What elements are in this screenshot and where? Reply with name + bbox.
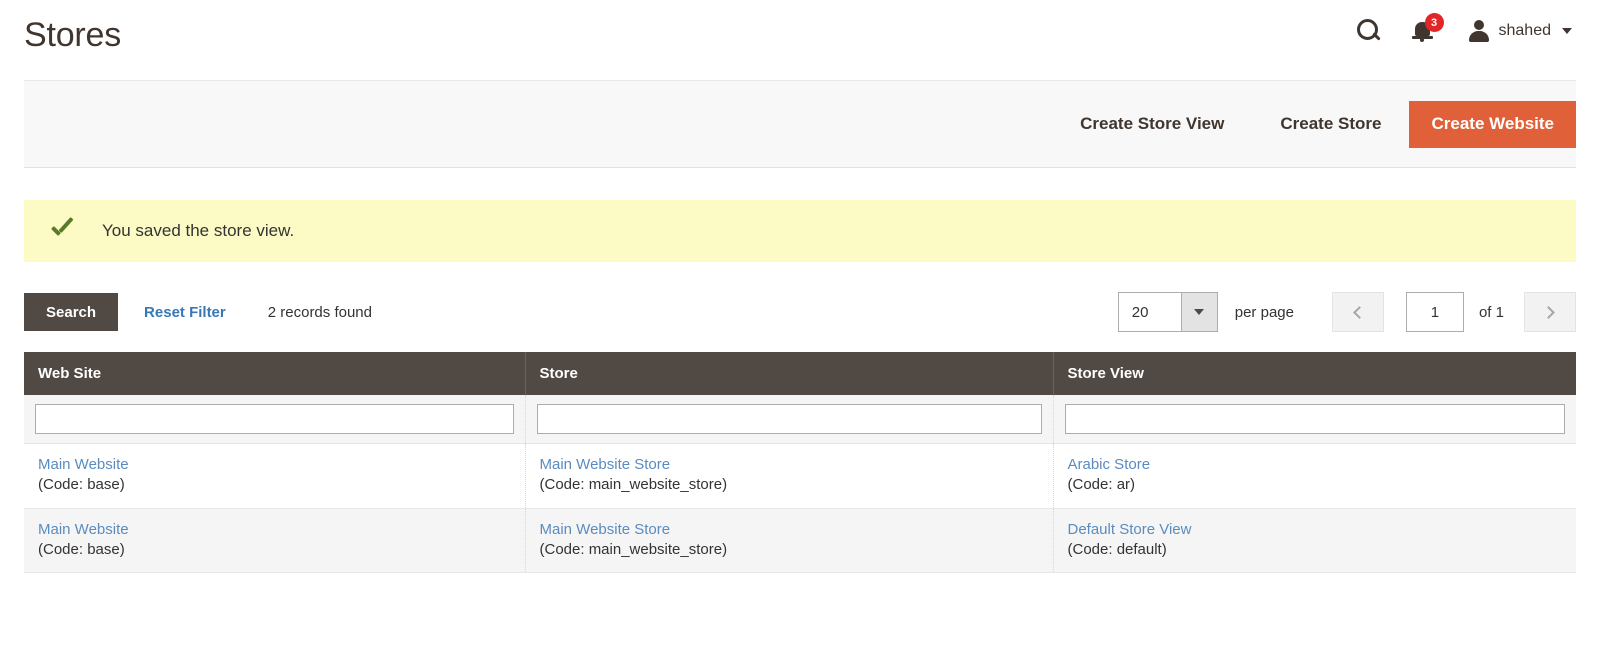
- create-website-button[interactable]: Create Website: [1409, 101, 1576, 148]
- previous-page-button[interactable]: [1332, 292, 1384, 332]
- stores-page: Stores 3 shahed Create Store View Create…: [0, 0, 1600, 655]
- filter-cell-store: [525, 395, 1053, 444]
- cell-store: Main Website Store (Code: main_website_s…: [525, 444, 1053, 509]
- filter-input-website[interactable]: [35, 404, 514, 434]
- search-button[interactable]: Search: [24, 293, 118, 331]
- cell-website: Main Website (Code: base): [24, 444, 525, 509]
- page-number-input[interactable]: [1406, 292, 1464, 332]
- page-actions-toolbar: Create Store View Create Store Create We…: [24, 80, 1576, 168]
- header-actions: 3 shahed: [1356, 16, 1577, 46]
- next-page-button[interactable]: [1524, 292, 1576, 332]
- create-store-button[interactable]: Create Store: [1252, 114, 1409, 134]
- website-code: (Code: base): [38, 540, 525, 560]
- notifications-button[interactable]: 3: [1410, 16, 1440, 46]
- store-link[interactable]: Main Website Store: [540, 520, 1053, 540]
- store-view-code: (Code: default): [1068, 540, 1577, 560]
- store-view-code: (Code: ar): [1068, 475, 1577, 495]
- user-menu[interactable]: shahed: [1468, 20, 1573, 42]
- store-code: (Code: main_website_store): [540, 475, 1053, 495]
- page-title: Stores: [24, 18, 121, 52]
- user-name-label: shahed: [1499, 22, 1552, 40]
- website-link[interactable]: Main Website: [38, 520, 525, 540]
- cell-store-view: Arabic Store (Code: ar): [1053, 444, 1576, 509]
- filter-input-store-view[interactable]: [1065, 404, 1566, 434]
- create-store-view-button[interactable]: Create Store View: [1052, 114, 1252, 134]
- search-icon[interactable]: [1356, 18, 1382, 44]
- website-link[interactable]: Main Website: [38, 455, 525, 475]
- notification-count-badge: 3: [1425, 13, 1444, 32]
- page-header: Stores 3 shahed: [0, 0, 1600, 80]
- per-page-label: per page: [1235, 304, 1294, 321]
- per-page-select[interactable]: 20: [1118, 292, 1218, 332]
- check-icon: [50, 220, 76, 242]
- messages-area: You saved the store view.: [24, 200, 1576, 262]
- cell-store: Main Website Store (Code: main_website_s…: [525, 508, 1053, 573]
- table-row: Main Website (Code: base) Main Website S…: [24, 508, 1576, 573]
- store-view-link[interactable]: Default Store View: [1068, 520, 1577, 540]
- cell-store-view: Default Store View (Code: default): [1053, 508, 1576, 573]
- filter-cell-website: [24, 395, 525, 444]
- table-row: Main Website (Code: base) Main Website S…: [24, 444, 1576, 509]
- filter-cell-store-view: [1053, 395, 1576, 444]
- total-pages-label: of 1: [1479, 304, 1504, 321]
- records-found-label: 2 records found: [268, 304, 372, 321]
- grid-header-row: Web Site Store Store View: [24, 352, 1576, 395]
- chevron-down-icon: [1181, 293, 1217, 331]
- success-message-text: You saved the store view.: [102, 221, 294, 241]
- user-avatar-icon: [1468, 20, 1490, 42]
- column-header-store-view[interactable]: Store View: [1053, 352, 1576, 395]
- grid-toolbar: Search Reset Filter 2 records found 20 p…: [24, 292, 1576, 332]
- chevron-left-icon: [1353, 306, 1366, 319]
- per-page-value: 20: [1119, 293, 1181, 331]
- store-link[interactable]: Main Website Store: [540, 455, 1053, 475]
- website-code: (Code: base): [38, 475, 525, 495]
- store-code: (Code: main_website_store): [540, 540, 1053, 560]
- store-view-link[interactable]: Arabic Store: [1068, 455, 1577, 475]
- chevron-right-icon: [1542, 306, 1555, 319]
- stores-grid: Web Site Store Store View: [24, 352, 1576, 573]
- chevron-down-icon: [1562, 28, 1572, 34]
- reset-filter-link[interactable]: Reset Filter: [144, 304, 226, 321]
- grid-filter-row: [24, 395, 1576, 444]
- column-header-store[interactable]: Store: [525, 352, 1053, 395]
- success-message: You saved the store view.: [24, 200, 1576, 262]
- filter-input-store[interactable]: [537, 404, 1042, 434]
- pagination-controls: 20 per page of 1: [1118, 292, 1576, 332]
- cell-website: Main Website (Code: base): [24, 508, 525, 573]
- column-header-website[interactable]: Web Site: [24, 352, 525, 395]
